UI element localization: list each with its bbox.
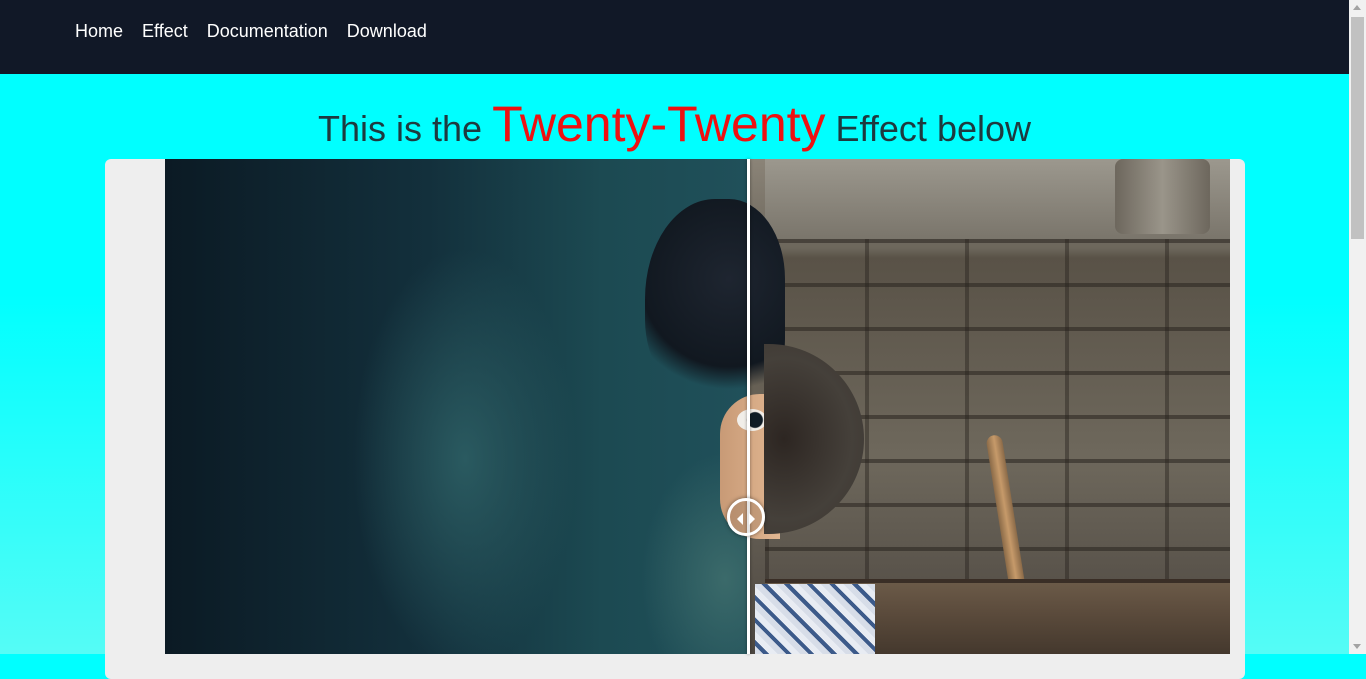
scroll-down-icon[interactable] <box>1353 644 1361 649</box>
nav-links: Home Effect Documentation Download <box>75 20 427 42</box>
jar-decoration <box>1115 159 1210 234</box>
scroll-up-icon[interactable] <box>1353 5 1361 10</box>
left-arrow-icon <box>737 513 743 525</box>
top-navbar: Home Effect Documentation Download <box>0 0 1349 74</box>
scrollbar-thumb[interactable] <box>1351 17 1364 239</box>
right-arrow-icon <box>749 513 755 525</box>
page-headline: This is the Twenty-Twenty Effect below <box>0 92 1349 161</box>
vertical-scrollbar[interactable] <box>1349 0 1366 654</box>
shirt-decoration <box>755 584 875 654</box>
nav-link-download[interactable]: Download <box>347 20 427 42</box>
headline-prefix: This is the <box>318 108 483 149</box>
nav-link-home[interactable]: Home <box>75 20 123 42</box>
comparison-handle[interactable] <box>727 498 765 536</box>
comparison-image-container[interactable] <box>165 159 1230 654</box>
headline-suffix: Effect below <box>835 108 1031 149</box>
nav-link-effect[interactable]: Effect <box>142 20 188 42</box>
boy-eye <box>737 409 767 431</box>
headline-accent: Twenty-Twenty <box>492 96 826 152</box>
nav-link-documentation[interactable]: Documentation <box>207 20 328 42</box>
comparison-divider[interactable] <box>747 159 750 654</box>
